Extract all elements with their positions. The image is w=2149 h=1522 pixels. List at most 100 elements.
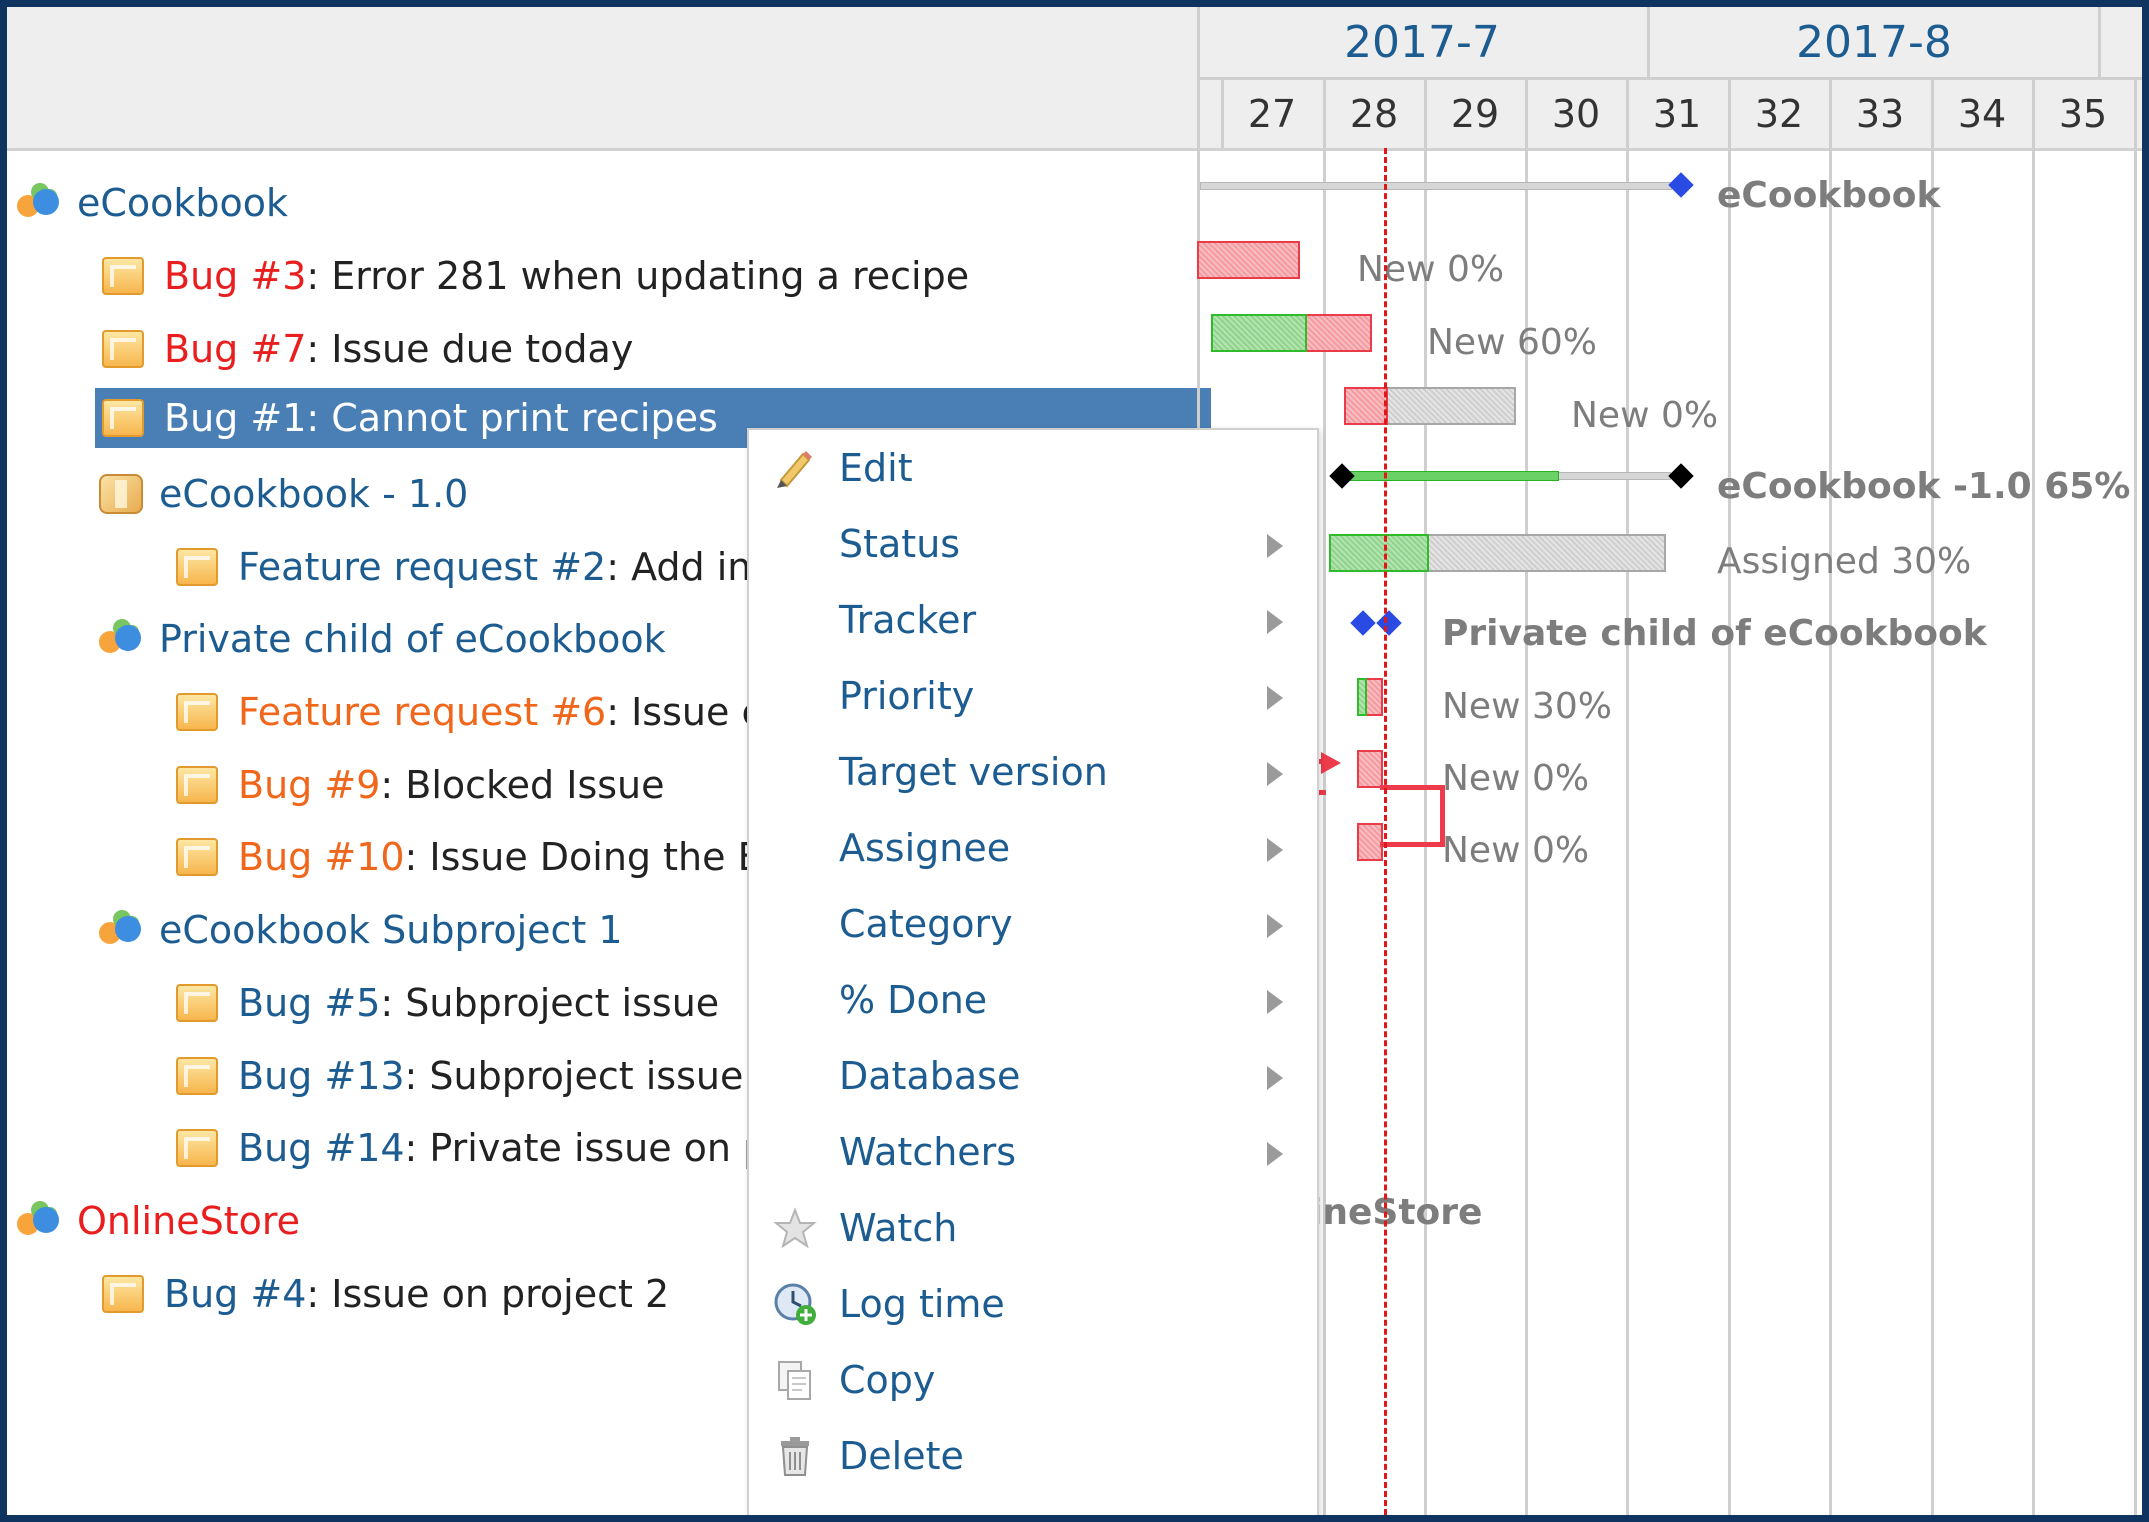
month-header: 2017-7 xyxy=(1344,16,1500,68)
menu-item-status[interactable]: Status xyxy=(749,506,1317,582)
menu-item-delete[interactable]: Delete xyxy=(749,1418,1317,1494)
issue-icon xyxy=(176,766,218,804)
menu-item-database[interactable]: Database xyxy=(749,1038,1317,1114)
subject-link[interactable]: OnlineStore xyxy=(77,1199,300,1243)
version-start-marker xyxy=(1329,463,1355,489)
bar-label-bug-7: New 60% xyxy=(1427,322,1597,363)
subject-link[interactable]: Bug #10 xyxy=(238,835,405,879)
menu-item-label: Priority xyxy=(839,674,975,718)
subject-bug-14[interactable]: Bug #14: Private issue on p xyxy=(173,1118,767,1178)
subject-bug-13[interactable]: Bug #13: Subproject issue xyxy=(173,1046,743,1106)
subject-bug-10[interactable]: Bug #10: Issue Doing the E xyxy=(173,827,762,887)
bar-label-ecookbook: eCookbook xyxy=(1717,175,1941,216)
subject-project-subproject-1[interactable]: eCookbook Subproject 1 xyxy=(99,900,623,960)
menu-item-label: Database xyxy=(839,1054,1021,1098)
subject-bug-5[interactable]: Bug #5: Subproject issue xyxy=(173,973,719,1033)
menu-item-assignee[interactable]: Assignee xyxy=(749,810,1317,886)
subject-text: : Private issue on p xyxy=(404,1126,768,1170)
subject-project-ecookbook[interactable]: eCookbook xyxy=(17,173,288,233)
subject-bug-9[interactable]: Bug #9: Blocked Issue xyxy=(173,755,665,815)
week-header: 33 xyxy=(1855,92,1905,136)
issue-bar-bug-1[interactable] xyxy=(1344,387,1516,425)
menu-item-log-time[interactable]: Log time xyxy=(749,1266,1317,1342)
week-header: 27 xyxy=(1247,92,1297,136)
subject-link[interactable]: Bug #9 xyxy=(238,763,380,807)
subject-feature-2[interactable]: Feature request #2: Add ing xyxy=(173,537,776,597)
issue-bar-feature-2[interactable] xyxy=(1329,534,1666,572)
subject-link[interactable]: Feature request #2 xyxy=(238,545,606,589)
gantt-frame: eCookbook Bug #3: Error 281 when updatin… xyxy=(7,7,2142,1515)
subject-link[interactable]: Bug #7 xyxy=(164,327,306,371)
copy-icon xyxy=(778,1361,811,1400)
subject-text: : Issue c xyxy=(606,690,763,734)
submenu-arrow-icon xyxy=(1267,1142,1283,1166)
menu-item-label: Status xyxy=(839,522,961,566)
subject-link[interactable]: Bug #14 xyxy=(238,1126,405,1170)
issue-bar-bug-9[interactable] xyxy=(1357,750,1383,788)
subject-link[interactable]: Feature request #6 xyxy=(238,690,606,734)
menu-item-percent-done[interactable]: % Done xyxy=(749,962,1317,1038)
subject-link[interactable]: Private child of eCookbook xyxy=(159,617,666,661)
clock-add-icon xyxy=(774,1283,816,1325)
trash-icon xyxy=(781,1437,809,1476)
subject-link[interactable]: Bug #13 xyxy=(238,1054,405,1098)
star-icon xyxy=(773,1207,817,1249)
week-gridline xyxy=(2032,80,2035,1515)
menu-item-target-version[interactable]: Target version xyxy=(749,734,1317,810)
gantt-chart-area: 2017-7 2017-8 27 28 29 30 31 32 33 34 35… xyxy=(1197,7,2142,1515)
submenu-arrow-icon xyxy=(1267,914,1283,938)
issue-icon xyxy=(176,693,218,731)
week-header: 30 xyxy=(1551,92,1601,136)
week-gridline xyxy=(1323,80,1326,1515)
bar-label-version: eCookbook -1.0 65% xyxy=(1717,466,2131,507)
subject-link[interactable]: Bug #1 xyxy=(164,396,306,440)
project-bar-ecookbook[interactable] xyxy=(1200,182,1672,190)
menu-item-label: Category xyxy=(839,902,1013,946)
issue-bar-done xyxy=(1329,534,1429,572)
menu-item-tracker[interactable]: Tracker xyxy=(749,582,1317,658)
month-header: 2017-8 xyxy=(1796,16,1952,68)
week-header: 34 xyxy=(1957,92,2007,136)
subject-link[interactable]: eCookbook Subproject 1 xyxy=(159,908,623,952)
week-gridline xyxy=(1829,80,1832,1515)
subject-link[interactable]: eCookbook - 1.0 xyxy=(159,472,468,516)
subject-link[interactable]: Bug #5 xyxy=(238,981,380,1025)
bar-label-bug-9: New 0% xyxy=(1442,758,1590,799)
issue-icon xyxy=(176,838,218,876)
subject-link[interactable]: eCookbook xyxy=(77,181,288,225)
week-header: 29 xyxy=(1450,92,1500,136)
issue-icon xyxy=(102,257,144,295)
menu-item-category[interactable]: Category xyxy=(749,886,1317,962)
project-end-marker xyxy=(1376,610,1402,636)
bar-label-feature-6: New 30% xyxy=(1442,686,1612,727)
subject-text: : Error 281 when updating a recipe xyxy=(306,254,970,298)
issue-bar-bug-7[interactable] xyxy=(1211,314,1372,352)
week-gridline xyxy=(2134,80,2137,1515)
subject-feature-6[interactable]: Feature request #6: Issue c xyxy=(173,682,762,742)
subject-bug-7[interactable]: Bug #7: Issue due today xyxy=(99,319,633,379)
subject-text: : Issue on project 2 xyxy=(306,1272,670,1316)
menu-item-watchers[interactable]: Watchers xyxy=(749,1114,1317,1190)
pencil-icon xyxy=(777,451,812,488)
subject-project-onlinestore[interactable]: OnlineStore xyxy=(17,1191,300,1251)
subject-version-ecookbook-1-0[interactable]: eCookbook - 1.0 xyxy=(99,464,468,524)
submenu-arrow-icon xyxy=(1267,990,1283,1014)
subject-project-private-child[interactable]: Private child of eCookbook xyxy=(99,609,666,669)
menu-item-priority[interactable]: Priority xyxy=(749,658,1317,734)
issue-bar-feature-6[interactable] xyxy=(1357,678,1383,716)
subject-text: : Issue due today xyxy=(306,327,634,371)
issue-bar-done xyxy=(1357,678,1367,716)
subject-link[interactable]: Bug #3 xyxy=(164,254,306,298)
subject-bug-4[interactable]: Bug #4: Issue on project 2 xyxy=(99,1264,669,1324)
menu-item-copy[interactable]: Copy xyxy=(749,1342,1317,1418)
menu-item-watch[interactable]: Watch xyxy=(749,1190,1317,1266)
week-gridline xyxy=(1221,80,1224,148)
menu-item-edit[interactable]: Edit xyxy=(749,430,1317,506)
subject-link[interactable]: Bug #4 xyxy=(164,1272,306,1316)
subject-bug-3[interactable]: Bug #3: Error 281 when updating a recipe xyxy=(99,246,969,306)
week-header: 35 xyxy=(2058,92,2108,136)
menu-item-label: Target version xyxy=(839,750,1108,794)
menu-item-label: Tracker xyxy=(839,598,977,642)
subject-text: : Issue Doing the E xyxy=(404,835,762,879)
issue-bar-bug-3[interactable] xyxy=(1197,241,1300,279)
